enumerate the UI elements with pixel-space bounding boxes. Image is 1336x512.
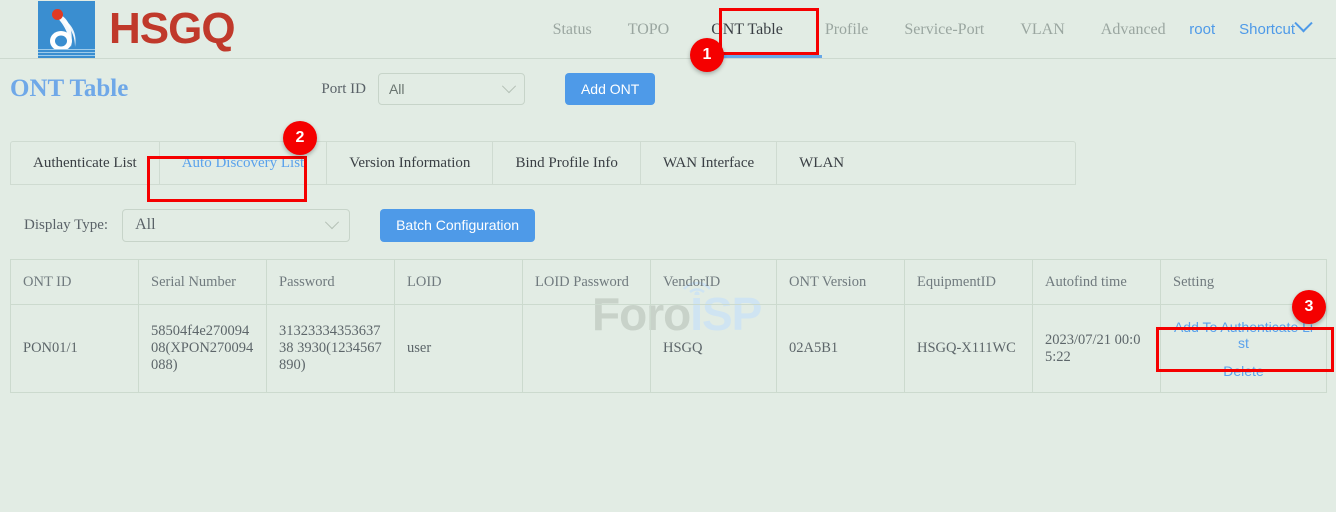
cell-ont-version: 02A5B1 [777,305,905,393]
version-information-tab[interactable]: Version Information [327,142,493,184]
chevron-down-icon [502,79,516,93]
nav-item-service-port[interactable]: Service-Port [886,0,1002,59]
authenticate-list-tab[interactable]: Authenticate List [11,142,160,184]
ont-table-nav-item[interactable]: ONT Table [687,0,807,59]
active-nav-underline [718,55,822,58]
cell-loid-password [523,305,651,393]
cell-password: 3132333435363738 3930(1234567890) [267,305,395,393]
table-row: PON01/1 58504f4e27009408(XPON270094088) … [11,305,1327,393]
port-id-label: Port ID [321,81,366,98]
port-id-select-value: All [389,81,405,97]
add-ont-button[interactable]: Add ONT [565,73,655,105]
ont-table-container: ONT ID Serial Number Password LOID LOID … [10,259,1326,393]
add-to-authenticate-list-link[interactable]: Add To Authenticate List [1173,319,1314,351]
wan-interface-tab[interactable]: WAN Interface [641,142,777,184]
cell-equipment-id: HSGQ-X111WC [905,305,1033,393]
cell-ont-id: PON01/1 [11,305,139,393]
logo-stripes [38,49,95,58]
display-type-select[interactable]: All [122,209,350,242]
cell-autofind-time: 2023/07/21 00:05:22 [1033,305,1161,393]
nav-item-profile[interactable]: Profile [807,0,887,59]
page-title-row: ONT Table Port ID All Add ONT [0,59,1336,119]
hsgq-logo-icon [38,1,95,58]
col-setting: Setting [1161,260,1327,305]
cell-serial-number: 58504f4e27009408(XPON270094088) [139,305,267,393]
col-equipment-id: EquipmentID [905,260,1033,305]
cell-setting: Add To Authenticate List Delete [1161,305,1327,393]
col-loid: LOID [395,260,523,305]
nav-item-advanced[interactable]: Advanced [1083,0,1184,59]
nav-item-topo[interactable]: TOPO [610,0,688,59]
port-id-select[interactable]: All [378,73,525,105]
table-header-row: ONT ID Serial Number Password LOID LOID … [11,260,1327,305]
col-serial-number: Serial Number [139,260,267,305]
page-title: ONT Table [10,75,128,103]
col-ont-id: ONT ID [11,260,139,305]
display-type-label: Display Type: [24,217,108,234]
page-body: ONT Table Port ID All Add ONT Authentica… [0,59,1336,393]
batch-configuration-button[interactable]: Batch Configuration [380,209,535,242]
col-password: Password [267,260,395,305]
shortcut-label: Shortcut [1239,21,1295,38]
app-header: HSGQ Status TOPO ONT Table Profile Servi… [0,0,1336,59]
delete-link[interactable]: Delete [1173,363,1314,379]
bind-profile-info-tab[interactable]: Bind Profile Info [493,142,641,184]
logo-red-dot-icon [52,9,63,20]
brand: HSGQ [38,1,235,58]
cell-vendor-id: HSGQ [651,305,777,393]
user-menu-root[interactable]: root [1177,21,1227,38]
cell-loid: user [395,305,523,393]
auto-discovery-list-tab[interactable]: Auto Discovery List [160,142,327,184]
brand-name: HSGQ [109,7,235,51]
auto-discovery-table: ONT ID Serial Number Password LOID LOID … [10,259,1327,393]
chevron-down-icon [325,215,339,229]
col-autofind-time: Autofind time [1033,260,1161,305]
shortcut-menu[interactable]: Shortcut [1227,21,1322,38]
chevron-down-icon [1294,14,1312,32]
main-nav: Status TOPO ONT Table Profile Service-Po… [535,0,1184,59]
ont-table-tabs: Authenticate List Auto Discovery List Ve… [10,141,1076,185]
col-ont-version: ONT Version [777,260,905,305]
nav-item-status[interactable]: Status [535,0,610,59]
col-vendor-id: VendorID [651,260,777,305]
wlan-tab[interactable]: WLAN [777,142,866,184]
filter-row: Display Type: All Batch Configuration [24,207,1336,243]
display-type-select-value: All [135,216,155,234]
header-right-actions: root Shortcut [1177,0,1322,59]
nav-item-vlan[interactable]: VLAN [1002,0,1082,59]
col-loid-password: LOID Password [523,260,651,305]
